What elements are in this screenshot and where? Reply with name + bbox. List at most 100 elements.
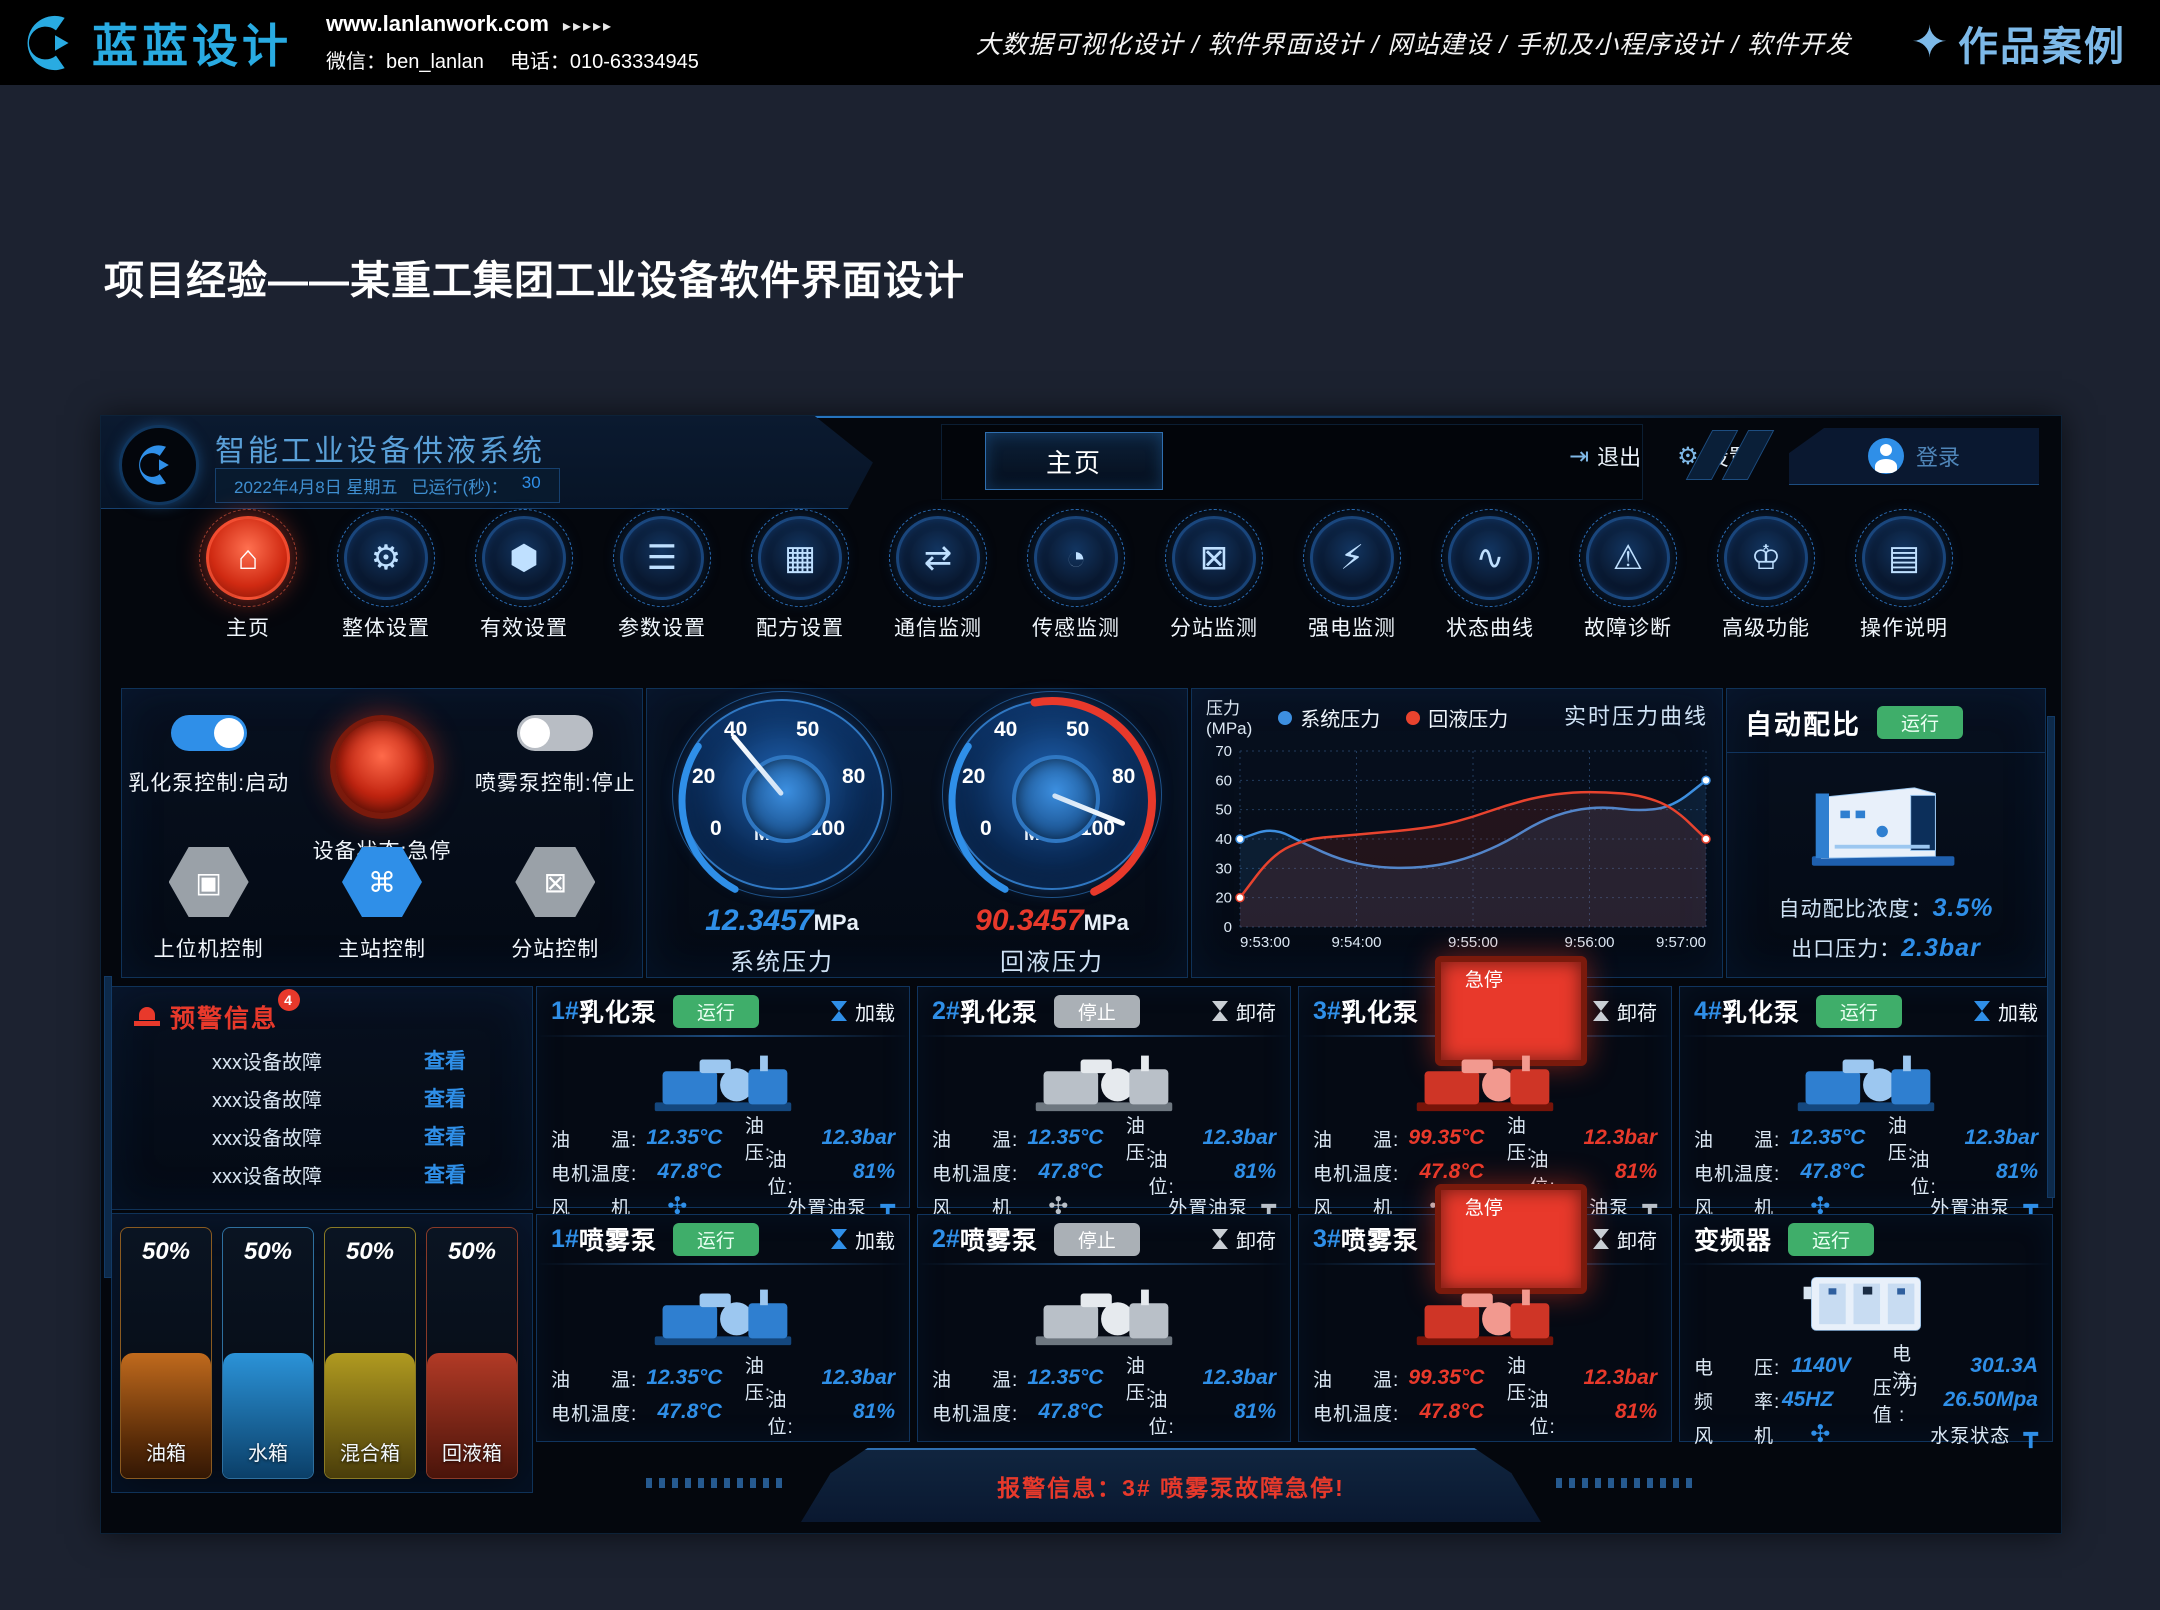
nav-item-manual[interactable]: ▤ 操作说明	[1852, 516, 1956, 678]
emulsion-toggle-label: 乳化泵控制:启动	[128, 767, 289, 797]
return-pressure-gauge: 40 50 20 80 0 100 MPa 90.3457MPa 回液压力	[950, 689, 1154, 977]
alarm-decor-left	[646, 1478, 786, 1488]
hourglass-icon	[831, 1229, 847, 1249]
logout-button[interactable]: ⇥ 退出	[1569, 440, 1641, 472]
pump-machine-image	[1299, 1037, 1671, 1121]
legend-return-pressure[interactable]: 回液压力	[1406, 703, 1508, 732]
pump-icon: ┳	[2024, 1420, 2038, 1449]
card-emulsion-pump-4: 4# 乳化泵 运行 加载 油 温:12.35°C油 压:12.3bar 电机温度…	[1679, 986, 2053, 1208]
gauges-panel: 40 50 20 80 0 100 MPa 12.3457MPa 系统压力	[646, 688, 1188, 978]
date-bar: 2022年4月8日 星期五 已运行(秒)： 30	[215, 468, 560, 503]
lightning-icon: ⚡	[1340, 538, 1364, 578]
load-action[interactable]: 加载	[831, 1225, 895, 1254]
nav-item-status-curve[interactable]: ∿ 状态曲线	[1438, 516, 1542, 678]
host-control-button[interactable]: ▣	[169, 847, 249, 917]
dashboard-title: 智能工业设备供液系统	[215, 426, 545, 470]
logout-label: 退出	[1597, 440, 1641, 472]
runtime-label: 已运行(秒)：	[411, 473, 507, 498]
svg-text:70: 70	[1215, 743, 1232, 760]
legend-dot-blue	[1278, 711, 1292, 725]
load-action[interactable]: 加载	[831, 997, 895, 1026]
runtime-value: 30	[522, 473, 541, 498]
alarm-message: 报警信息：3# 喷雾泵故障急停!	[997, 1469, 1345, 1503]
date-text: 2022年4月8日 星期五	[234, 473, 397, 498]
phone-label: 电话：010-63334945	[510, 51, 699, 73]
login-decor	[1699, 430, 1761, 480]
substation-control-button[interactable]: ⊠	[515, 847, 595, 917]
gear-icon: ⚙	[371, 538, 401, 578]
card-spray-pump-1: 1# 喷雾泵 运行 加载 油 温:12.35°C油 压:12.3bar 电机温度…	[536, 1214, 910, 1442]
status-badge: 运行	[1816, 995, 1902, 1028]
unload-action[interactable]: 卸荷	[1212, 1225, 1276, 1254]
scrollbar-right[interactable]	[2047, 716, 2055, 1198]
nav-item-sensor-monitor[interactable]: ◔ 传感监测	[1024, 516, 1128, 678]
hourglass-icon	[1593, 1229, 1609, 1249]
network-icon: ⌘	[368, 866, 396, 899]
nav-item-recipe-settings[interactable]: ▦ 配方设置	[748, 516, 852, 678]
sliders-icon: ☰	[647, 538, 677, 578]
water-tank: 50% 水箱	[222, 1227, 314, 1479]
svg-text:0: 0	[1224, 919, 1232, 936]
pump-machine-image	[1680, 1037, 2052, 1121]
dashboard-logo-icon	[138, 444, 180, 486]
book-icon: ▤	[1888, 538, 1920, 578]
unload-action[interactable]: 卸荷	[1593, 1225, 1657, 1254]
status-badge: 停止	[1054, 995, 1140, 1028]
alert-row: xxx设备故障 查看	[112, 1117, 532, 1155]
alerts-title: 预警信息4	[170, 999, 278, 1035]
status-badge: 运行	[1788, 1223, 1874, 1256]
spray-pump-toggle[interactable]	[517, 715, 593, 751]
pump-machine-image	[918, 1037, 1290, 1121]
nav-item-home[interactable]: ⌂ 主页	[196, 516, 300, 678]
nav-item-fault-diagnosis[interactable]: ⚠ 故障诊断	[1576, 516, 1680, 678]
hexagon-icon: ⬢	[509, 538, 539, 578]
nav-item-comm-monitor[interactable]: ⇄ 通信监测	[886, 516, 990, 678]
unload-action[interactable]: 卸荷	[1593, 997, 1657, 1026]
wechat-label: 微信：ben_lanlan	[326, 51, 484, 73]
hourglass-icon	[1212, 1229, 1228, 1249]
page: 蓝蓝设计 www.lanlanwork.com▸▸▸▸▸ 微信：ben_lanl…	[0, 0, 2160, 1610]
hourglass-icon	[1593, 1001, 1609, 1021]
master-station-button[interactable]: ⌘	[342, 847, 422, 917]
site-url[interactable]: www.lanlanwork.com	[326, 11, 549, 36]
view-link[interactable]: 查看	[424, 1121, 466, 1151]
portfolio-link[interactable]: ✦ 作品案例	[1911, 14, 2126, 72]
portfolio-label: 作品案例	[1958, 14, 2126, 72]
emulsion-pump-toggle[interactable]	[171, 715, 247, 751]
load-action[interactable]: 加载	[1974, 997, 2038, 1026]
pump-machine-image	[537, 1037, 909, 1121]
control-panel: 乳化泵控制:启动 设备状态:急停 喷雾泵控制:停止 ▣ 上位机控制 ⌘	[121, 688, 643, 978]
view-link[interactable]: 查看	[424, 1045, 466, 1075]
card-spray-pump-3: 3# 喷雾泵 急停 卸荷 油 温:99.35°C油 压:12.3bar 电机温度…	[1298, 1214, 1672, 1442]
y-axis-label: 压力 (MPa)	[1206, 699, 1252, 739]
nav-item-parameter-settings[interactable]: ☰ 参数设置	[610, 516, 714, 678]
calendar-icon: ▦	[784, 538, 816, 578]
nav-item-valid-settings[interactable]: ⬢ 有效设置	[472, 516, 576, 678]
view-link[interactable]: 查看	[424, 1159, 466, 1189]
services-list: 大数据可视化设计 / 软件界面设计 / 网站建设 / 手机及小程序设计 / 软件…	[976, 25, 1851, 61]
chart-title: 实时压力曲线	[1564, 699, 1708, 731]
svg-text:20: 20	[1215, 890, 1232, 907]
svg-text:50: 50	[1215, 802, 1232, 819]
view-link[interactable]: 查看	[424, 1083, 466, 1113]
return-pressure-label: 回液压力	[1000, 942, 1104, 977]
unload-action[interactable]: 卸荷	[1212, 997, 1276, 1026]
legend-system-pressure[interactable]: 系统压力	[1278, 703, 1380, 732]
tab-home[interactable]: 主页	[985, 432, 1163, 490]
card-emulsion-pump-3: 3# 乳化泵 急停 卸荷 油 温:99.35°C油 压:12.3bar 电机温度…	[1298, 986, 1672, 1208]
nav-item-advanced[interactable]: ♔ 高级功能	[1714, 516, 1818, 678]
site-header: 蓝蓝设计 www.lanlanwork.com▸▸▸▸▸ 微信：ben_lanl…	[0, 0, 2160, 85]
emergency-stop-button[interactable]	[330, 715, 434, 819]
gauge-icon: ◔	[1066, 539, 1087, 578]
login-button[interactable]: 登录	[1789, 428, 2039, 485]
page-title: 项目经验——某重工集团工业设备软件界面设计	[104, 248, 965, 306]
login-label: 登录	[1916, 440, 1960, 472]
siren-icon	[134, 1007, 160, 1027]
spray-toggle-label: 喷雾泵控制:停止	[475, 767, 636, 797]
card-inverter: 变频器 运行 电 压:1140V电 流:301.3A 频 率:45HZ压 力 值…	[1679, 1214, 2053, 1442]
nav-item-power-monitor[interactable]: ⚡ 强电监测	[1300, 516, 1404, 678]
svg-text:9:56:00: 9:56:00	[1564, 934, 1614, 951]
lanlan-brand[interactable]: 蓝蓝设计	[26, 10, 292, 76]
nav-item-global-settings[interactable]: ⚙ 整体设置	[334, 516, 438, 678]
nav-item-substation-monitor[interactable]: ⊠ 分站监测	[1162, 516, 1266, 678]
